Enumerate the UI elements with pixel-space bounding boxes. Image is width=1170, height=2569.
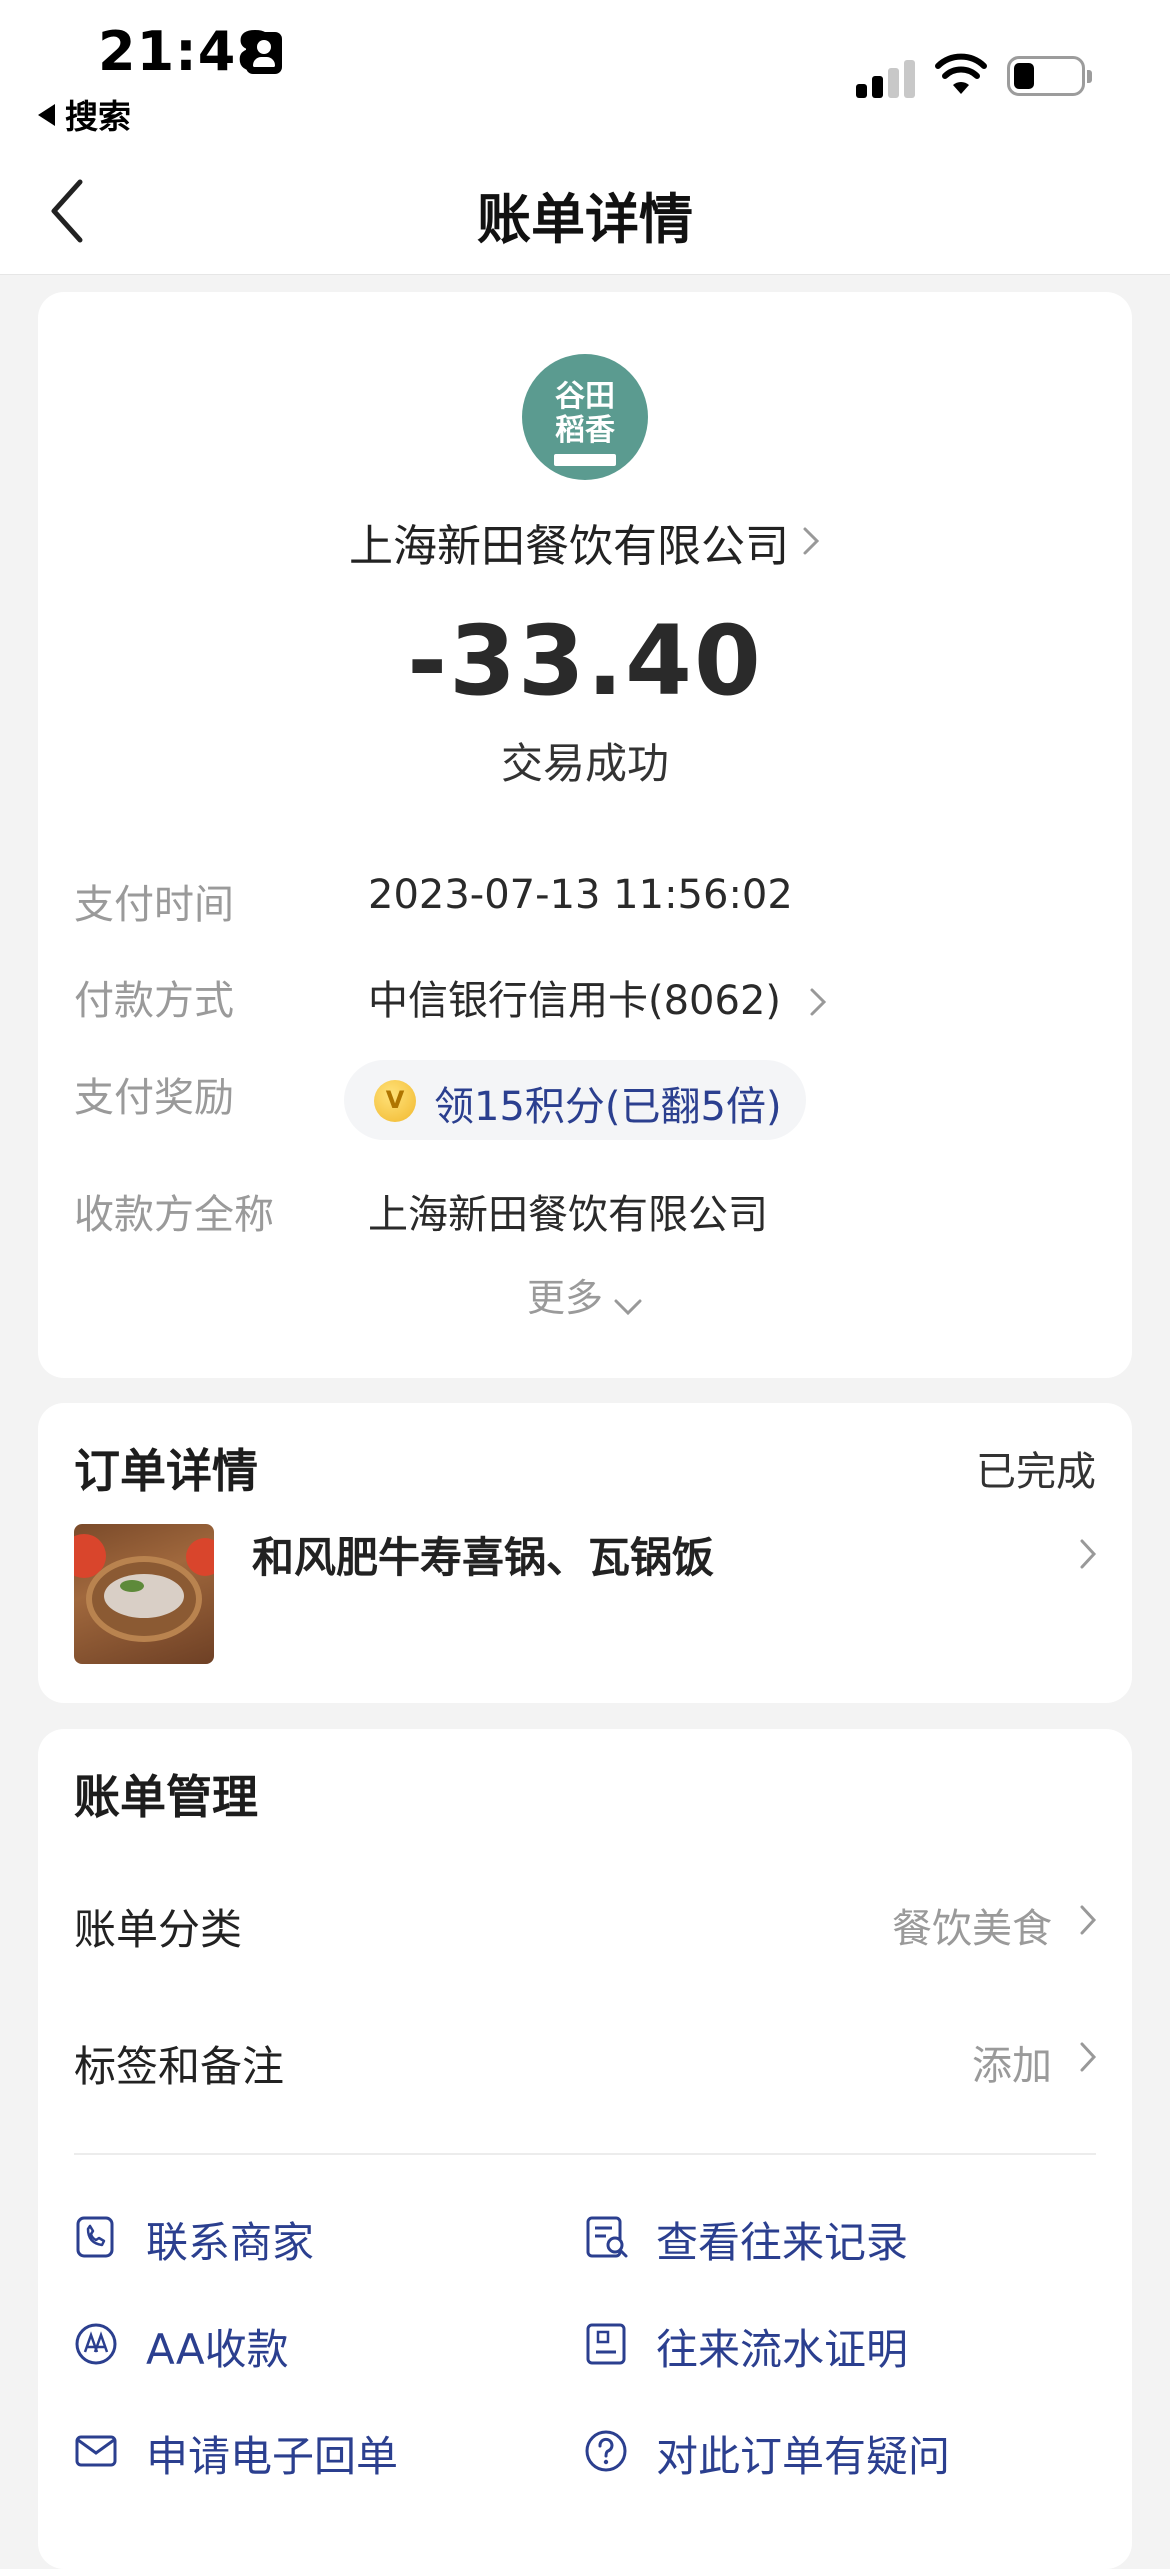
merchant-logo: 谷田稻香 bbox=[522, 354, 648, 480]
order-item-thumbnail[interactable] bbox=[74, 1524, 214, 1664]
mail-icon bbox=[75, 2435, 117, 2467]
bill-management-title: 账单管理 bbox=[74, 1770, 258, 1824]
page-title: 账单详情 bbox=[477, 188, 693, 251]
contact-merchant-label: 联系商家 bbox=[146, 2218, 315, 2267]
back-triangle-icon bbox=[38, 104, 55, 126]
cellular-signal-icon bbox=[856, 58, 916, 98]
reward-text: 领15积分(已翻5倍) bbox=[434, 1084, 782, 1130]
more-toggle[interactable]: 更多 bbox=[38, 1267, 1132, 1322]
battery-icon bbox=[1007, 56, 1092, 96]
pay-reward-label: 支付奖励 bbox=[74, 1075, 234, 1121]
pay-method-link[interactable]: 中信银行信用卡(8062) bbox=[368, 968, 828, 1026]
pay-method-value: 中信银行信用卡(8062) bbox=[368, 978, 782, 1024]
phone-icon bbox=[76, 2216, 114, 2258]
logo-text: 谷田稻香 bbox=[555, 379, 615, 448]
order-card: 订单详情 已完成 和风肥牛寿喜锅、瓦锅饭 bbox=[38, 1403, 1132, 1703]
status-bar: 21:48 搜索 bbox=[0, 0, 1170, 150]
chevron-right-icon bbox=[1080, 2042, 1097, 2072]
transaction-card: 谷田稻香 上海新田餐饮有限公司 -33.40 交易成功 支付时间 2023-07… bbox=[38, 292, 1132, 1378]
certificate-icon bbox=[586, 2323, 626, 2365]
tags-notes-value: 添加 bbox=[972, 2043, 1052, 2089]
pay-time-value: 2023-07-13 11:56:02 bbox=[368, 872, 793, 918]
merchant-link[interactable]: 上海新田餐饮有限公司 bbox=[38, 510, 1132, 574]
payee-value: 上海新田餐饮有限公司 bbox=[368, 1192, 768, 1238]
points-coin-icon: V bbox=[374, 1080, 416, 1122]
statement-proof-label: 往来流水证明 bbox=[656, 2325, 909, 2374]
record-search-icon bbox=[586, 2216, 628, 2258]
bill-category-label: 账单分类 bbox=[74, 1905, 243, 1954]
nav-bar: 账单详情 bbox=[0, 150, 1170, 275]
chevron-right-icon[interactable] bbox=[1078, 1537, 1098, 1571]
transaction-amount: -33.40 bbox=[407, 605, 763, 717]
person-badge-icon bbox=[246, 32, 282, 74]
aa-icon bbox=[75, 2323, 117, 2365]
pay-time-label: 支付时间 bbox=[74, 882, 234, 928]
chevron-right-icon bbox=[810, 988, 826, 1016]
tags-notes-label: 标签和备注 bbox=[74, 2042, 285, 2091]
more-label: 更多 bbox=[526, 1276, 603, 1320]
order-section-title: 订单详情 bbox=[74, 1444, 258, 1498]
question-icon bbox=[585, 2430, 627, 2472]
divider bbox=[74, 2153, 1096, 2155]
payee-label: 收款方全称 bbox=[74, 1192, 274, 1238]
order-question-label: 对此订单有疑问 bbox=[656, 2432, 951, 2481]
chevron-right-icon bbox=[1080, 1905, 1097, 1935]
wifi-icon bbox=[935, 53, 987, 94]
e-receipt-label: 申请电子回单 bbox=[146, 2432, 399, 2481]
back-to-app-link[interactable]: 搜索 bbox=[38, 90, 131, 138]
order-item-name[interactable]: 和风肥牛寿喜锅、瓦锅饭 bbox=[252, 1524, 714, 1585]
chevron-right-icon bbox=[803, 527, 820, 555]
aa-collect-label: AA收款 bbox=[146, 2325, 289, 2374]
bill-category-value: 餐饮美食 bbox=[892, 1906, 1052, 1952]
bill-management-card: 账单管理 账单分类 餐饮美食 标签和备注 添加 联系商家 查看往来记录 AA收款… bbox=[38, 1729, 1132, 2569]
reward-points-button[interactable]: V 领15积分(已翻5倍) bbox=[344, 1060, 806, 1140]
transaction-status: 交易成功 bbox=[500, 739, 669, 788]
back-app-label: 搜索 bbox=[65, 97, 131, 136]
view-records-label: 查看往来记录 bbox=[656, 2218, 909, 2267]
chevron-down-icon bbox=[614, 1299, 642, 1316]
order-status: 已完成 bbox=[976, 1449, 1096, 1495]
pay-method-label: 付款方式 bbox=[74, 978, 234, 1024]
merchant-name: 上海新田餐饮有限公司 bbox=[349, 521, 789, 572]
